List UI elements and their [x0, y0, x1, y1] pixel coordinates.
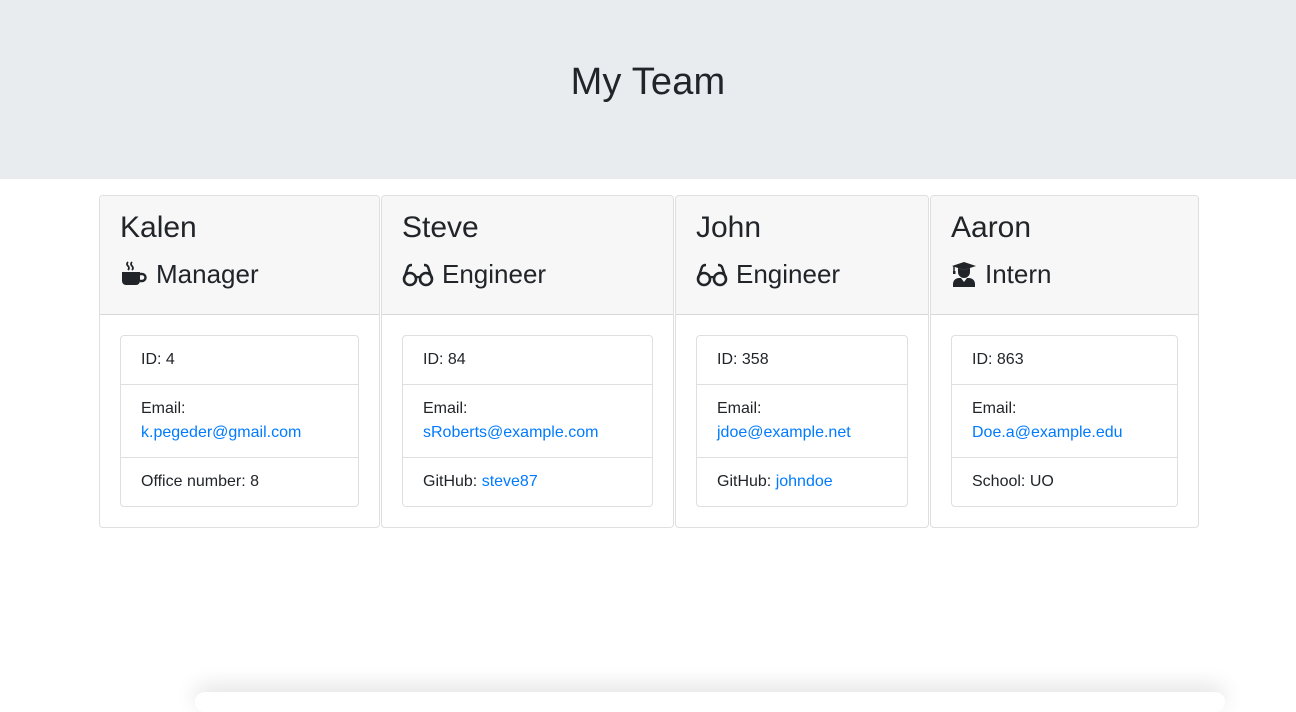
- email-link[interactable]: k.pegeder@gmail.com: [141, 424, 301, 441]
- employee-name: Aaron: [951, 211, 1032, 244]
- email-label: Email:: [141, 400, 186, 417]
- employee-details: ID: 863 Email: Doe.a@example.edu School:…: [951, 335, 1178, 507]
- email-label: Email:: [423, 400, 468, 417]
- role-label: Intern: [985, 259, 1052, 289]
- page-title: My Team: [570, 61, 726, 103]
- email-link[interactable]: jdoe@example.net: [717, 424, 851, 441]
- role-label: Engineer: [442, 259, 547, 289]
- employee-card: John Engineer ID: 358 Email: jdoe@exampl…: [675, 195, 929, 528]
- employee-id: ID: 863: [952, 336, 1177, 385]
- employee-email-row: Email: Doe.a@example.edu: [952, 385, 1177, 458]
- employee-email-row: Email: sRoberts@example.com: [403, 385, 652, 458]
- role-label: Manager: [156, 259, 259, 289]
- employee-details: ID: 84 Email: sRoberts@example.com GitHu…: [402, 335, 653, 507]
- employee-id: ID: 4: [121, 336, 358, 385]
- employee-card: Aaron Intern ID: 863 Email: Doe.a@exampl…: [930, 195, 1199, 528]
- card-header: Aaron Intern: [931, 196, 1198, 315]
- employee-email-row: Email: jdoe@example.net: [697, 385, 907, 458]
- team-cards: Kalen Manager ID: 4 Email: k.pegeder@gma…: [99, 195, 1200, 528]
- github-row: GitHub: johndoe: [697, 458, 907, 506]
- github-link[interactable]: steve87: [482, 473, 538, 490]
- employee-name: Steve: [402, 211, 479, 244]
- employee-role: Engineer: [402, 258, 653, 290]
- employee-id: ID: 84: [403, 336, 652, 385]
- card-body: ID: 863 Email: Doe.a@example.edu School:…: [931, 315, 1198, 527]
- card-body: ID: 4 Email: k.pegeder@gmail.com Office …: [100, 315, 379, 527]
- employee-name: Kalen: [120, 211, 197, 244]
- user-graduate-icon: [951, 260, 977, 288]
- page-header: My Team: [0, 0, 1296, 179]
- github-label: GitHub:: [717, 473, 776, 490]
- bottom-overlay-shadow: [195, 692, 1225, 712]
- role-label: Engineer: [736, 259, 841, 289]
- glasses-icon: [696, 260, 728, 288]
- employee-role: Engineer: [696, 258, 908, 290]
- office-number: Office number: 8: [141, 473, 259, 490]
- employee-id: ID: 358: [697, 336, 907, 385]
- github-label: GitHub:: [423, 473, 482, 490]
- card-header: Kalen Manager: [100, 196, 379, 315]
- github-link[interactable]: johndoe: [776, 473, 833, 490]
- card-body: ID: 358 Email: jdoe@example.net GitHub: …: [676, 315, 928, 527]
- email-label: Email:: [972, 400, 1017, 417]
- email-label: Email:: [717, 400, 762, 417]
- card-body: ID: 84 Email: sRoberts@example.com GitHu…: [382, 315, 673, 527]
- coffee-icon: [120, 260, 148, 288]
- glasses-icon: [402, 260, 434, 288]
- email-link[interactable]: sRoberts@example.com: [423, 424, 598, 441]
- employee-details: ID: 4 Email: k.pegeder@gmail.com Office …: [120, 335, 359, 507]
- employee-email-row: Email: k.pegeder@gmail.com: [121, 385, 358, 458]
- employee-role: Manager: [120, 258, 359, 290]
- school: School: UO: [972, 473, 1054, 490]
- employee-role: Intern: [951, 258, 1178, 290]
- card-header: Steve Engineer: [382, 196, 673, 315]
- github-row: GitHub: steve87: [403, 458, 652, 506]
- employee-card: Kalen Manager ID: 4 Email: k.pegeder@gma…: [99, 195, 380, 528]
- employee-name: John: [696, 211, 762, 244]
- employee-details: ID: 358 Email: jdoe@example.net GitHub: …: [696, 335, 908, 507]
- email-link[interactable]: Doe.a@example.edu: [972, 424, 1123, 441]
- employee-card: Steve Engineer ID: 84 Email: sRoberts@ex…: [381, 195, 674, 528]
- card-header: John Engineer: [676, 196, 928, 315]
